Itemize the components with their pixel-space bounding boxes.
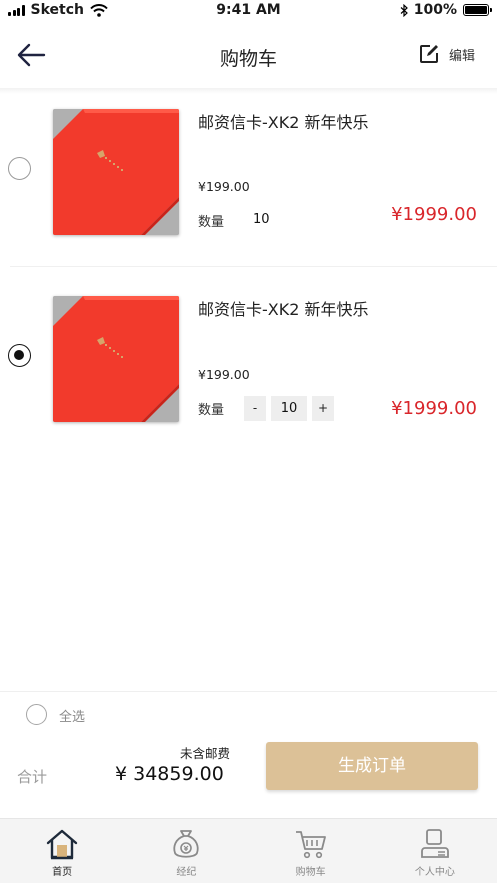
total-label: 合计	[17, 768, 48, 786]
item-select-radio[interactable]	[8, 157, 31, 180]
product-image[interactable]	[53, 109, 179, 235]
select-all-radio[interactable]	[26, 704, 47, 725]
product-image[interactable]	[53, 296, 179, 422]
product-card-image	[53, 296, 179, 422]
select-all-row: 全选	[0, 691, 497, 735]
item-total-price: ¥1999.00	[391, 398, 477, 419]
edit-label: 编辑	[448, 48, 475, 64]
tab-label: 经纪	[176, 867, 197, 878]
status-right: 100%	[400, 2, 492, 18]
cart-item: 邮资信卡-XK2 新年快乐 ¥199.00 数量 - 10 + ¥1999.00	[0, 282, 497, 457]
item-unit-price: ¥199.00	[198, 179, 250, 194]
edit-icon	[419, 45, 438, 63]
select-all-label[interactable]: 全选	[59, 706, 85, 725]
item-title: 邮资信卡-XK2 新年快乐	[198, 113, 369, 132]
edit-button[interactable]: 编辑	[419, 44, 475, 64]
tab-label: 个人中心	[414, 867, 455, 878]
status-bar: Sketch 9:41 AM 100%	[0, 0, 497, 20]
item-total-price: ¥1999.00	[391, 204, 477, 225]
cart-icon	[295, 831, 326, 859]
tab-bar: 首页 经纪 购物车 个人中心	[0, 818, 497, 883]
money-bag-icon	[173, 830, 199, 858]
user-center-icon	[420, 829, 449, 858]
tab-label: 首页	[52, 867, 73, 878]
battery-percent: 100%	[413, 2, 457, 18]
bluetooth-icon	[400, 3, 408, 17]
qty-decrease-button[interactable]: -	[244, 396, 266, 421]
generate-order-button[interactable]: 生成订单	[266, 742, 478, 790]
qty-increase-button[interactable]: +	[312, 396, 334, 421]
tab-home[interactable]: 首页	[0, 819, 124, 883]
total-amount: ¥ 34859.00	[115, 763, 224, 785]
battery-icon	[463, 4, 492, 16]
shipping-note: 未含邮费	[180, 746, 231, 761]
tab-user-center[interactable]: 个人中心	[373, 819, 497, 883]
item-qty-value: 10	[253, 212, 270, 227]
tab-broker[interactable]: 经纪	[124, 819, 248, 883]
item-qty-label: 数量	[198, 403, 225, 418]
tab-label: 购物车	[295, 867, 326, 878]
item-divider	[10, 266, 497, 267]
product-card-image	[53, 109, 179, 235]
home-icon	[46, 829, 78, 860]
item-title: 邮资信卡-XK2 新年快乐	[198, 300, 369, 319]
nav-bar: 购物车 编辑	[0, 20, 497, 90]
item-qty-label: 数量	[198, 215, 225, 230]
cart-item: 邮资信卡-XK2 新年快乐 ¥199.00 数量 10 ¥1999.00	[0, 94, 497, 269]
item-unit-price: ¥199.00	[198, 367, 250, 382]
qty-stepper-value[interactable]: 10	[271, 396, 307, 421]
item-select-radio[interactable]	[8, 344, 31, 367]
tab-cart[interactable]: 购物车	[249, 819, 373, 883]
